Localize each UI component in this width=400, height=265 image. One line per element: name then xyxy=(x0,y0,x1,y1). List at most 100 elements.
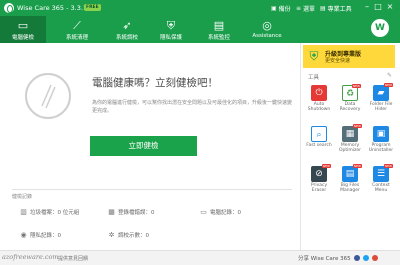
tab-system-cleaner[interactable]: ⟋ 系統清理 xyxy=(54,16,100,43)
options-menu-label: 選單 xyxy=(303,6,316,13)
gear-icon: ✲ xyxy=(108,230,115,239)
tool-label: Program Uninstaller xyxy=(368,143,394,153)
new-badge: NEW xyxy=(383,83,393,87)
pro-tools-menu[interactable]: ▤ 專業工具 xyxy=(320,4,352,13)
stat-tuneup-items: ✲ 調校示數：0 xyxy=(108,231,149,239)
stat-registry-errors: ▦ 登錄檔錯誤：0 xyxy=(108,207,155,216)
check-mark-icon xyxy=(41,84,56,109)
registry-icon: ▦ xyxy=(108,207,115,216)
health-gauge-icon xyxy=(25,73,71,119)
upgrade-pro-banner[interactable]: ⛨ 升級到專業版 更安全快速 xyxy=(303,45,395,68)
power-icon: ⏻ xyxy=(311,85,327,101)
options-menu[interactable]: ≡ 選單 xyxy=(296,4,315,13)
search-icon: ⌕ xyxy=(311,126,327,142)
tab-system-tuneup[interactable]: ➶ 系統調校 xyxy=(104,16,150,43)
tool-label: Folder File Hider xyxy=(369,102,393,112)
tool-big-files-manager[interactable]: ▤ NEW Big Files Manager xyxy=(336,164,364,200)
tool-label: Big Files Manager xyxy=(340,183,360,193)
tool-privacy-eraser[interactable]: ⊘ NEW Privacy Eraser xyxy=(305,164,333,200)
tab-privacy-protector[interactable]: ⛨ 隱私保護 xyxy=(148,16,194,43)
pro-tools-menu-label: 專業工具 xyxy=(327,6,352,13)
stat-junk-files: ▥ 垃圾檔案：0 位元組 xyxy=(20,208,79,216)
stat-label: 隱私記錄：0 xyxy=(30,233,61,239)
feedback-link[interactable]: 提供意見回饋 xyxy=(58,255,88,262)
memory-icon: ▦ NEW xyxy=(342,124,362,142)
scan-now-button[interactable]: 立即健檢 xyxy=(90,136,197,156)
chart-icon: ▤ xyxy=(213,19,225,32)
window-title: Wise Care 365 - 3.3.1 xyxy=(17,4,88,12)
bigfile-icon: ▤ NEW xyxy=(342,164,362,182)
panel-separator xyxy=(300,43,301,250)
section-divider xyxy=(12,189,292,190)
tab-label: 隱私保護 xyxy=(159,35,182,41)
eye-icon: ◉ xyxy=(20,230,27,239)
tab-label: Assistance xyxy=(252,33,282,39)
tab-label: 系統清理 xyxy=(65,35,88,41)
stat-label: 電腦記錄：0 xyxy=(210,210,241,216)
tool-label: Privacy Eraser xyxy=(310,183,328,193)
close-button[interactable]: × xyxy=(386,3,394,11)
tool-memory-optimizer[interactable]: ▦ NEW Memory Optimizer xyxy=(336,124,364,160)
tab-label: 電腦健檢 xyxy=(11,35,34,41)
compass-icon: ◎ xyxy=(262,19,272,32)
tools-settings-icon[interactable]: ✎ xyxy=(387,72,392,79)
folder-icon: ▰ NEW xyxy=(373,83,393,101)
checkup-panel: 電腦健康嗎？立刻健檢吧！ 為你的電腦進行健檢，可以幫你找出潛在安全問題以及可最佳… xyxy=(0,43,300,250)
tool-data-recovery[interactable]: ♻ NEW Data Recovery xyxy=(336,84,364,119)
free-badge: FREE xyxy=(84,4,101,11)
monitor-icon: ▭ xyxy=(17,19,29,32)
tool-label: Memory Optimizer xyxy=(338,143,362,153)
tool-context-menu[interactable]: ☰ NEW Context Menu xyxy=(367,164,395,200)
twitter-icon[interactable] xyxy=(362,255,369,261)
tool-folder-file-hider[interactable]: ▰ NEW Folder File Hider xyxy=(367,83,395,119)
menu-icon: ☰ NEW xyxy=(373,164,393,182)
shield-icon: ⛨ xyxy=(309,49,319,63)
minimize-button[interactable]: – xyxy=(363,3,371,11)
history-section-label: 健檢記錄 xyxy=(12,194,33,200)
new-badge: NEW xyxy=(352,164,362,168)
shield-icon: ⛨ xyxy=(166,19,176,32)
rocket-icon: ➶ xyxy=(122,19,132,32)
tab-pc-checkup[interactable]: ▭ 電腦健檢 xyxy=(0,16,46,43)
maximize-button[interactable]: □ xyxy=(374,3,382,11)
stat-label: 垃圾檔案：0 位元組 xyxy=(30,210,80,216)
new-badge: NEW xyxy=(351,84,361,88)
share-label: 分享 Wise Care 365 xyxy=(298,256,351,262)
share-bar: 分享 Wise Care 365 xyxy=(298,254,378,262)
main-toolbar: ▭ 電腦健檢 ⟋ 系統清理 ➶ 系統調校 ⛨ 隱私保護 ▤ 系統監控 ◎ Ass… xyxy=(0,16,400,43)
list-icon: ≡ xyxy=(296,5,302,12)
tab-label: 系統監控 xyxy=(207,35,230,41)
tool-label: Data Recovery xyxy=(339,102,361,112)
broom-icon: ⟋ xyxy=(73,19,81,32)
tool-fast-search[interactable]: ⌕ Fast search xyxy=(305,126,333,160)
stat-label: 登錄檔錯誤：0 xyxy=(118,210,155,216)
uninstall-icon: ▣ xyxy=(373,126,389,142)
user-avatar[interactable]: W xyxy=(371,19,389,37)
new-badge: NEW xyxy=(352,124,362,128)
google-plus-icon[interactable] xyxy=(371,255,378,261)
tools-title: 工具 xyxy=(308,75,320,81)
stat-pc-records: ▭ 電腦記錄：0 xyxy=(200,208,241,216)
tab-system-monitor[interactable]: ▤ 系統監控 xyxy=(196,16,242,43)
backup-menu-label: 備份 xyxy=(278,6,291,13)
tool-program-uninstaller[interactable]: ▣ Program Uninstaller xyxy=(367,126,395,160)
tool-label: Auto Shutdown xyxy=(307,102,331,112)
tool-auto-shutdown[interactable]: ⏻ Auto Shutdown xyxy=(305,85,333,119)
site-watermark: azofreeware.com xyxy=(2,253,59,261)
app-logo-icon xyxy=(4,3,14,13)
backup-icon: ▣ xyxy=(271,5,277,12)
trash-icon: ▥ xyxy=(20,207,27,216)
new-badge: NEW xyxy=(383,164,393,168)
tab-label: 系統調校 xyxy=(115,35,138,41)
new-badge: NEW xyxy=(321,164,331,168)
facebook-icon[interactable] xyxy=(353,255,360,261)
eraser-icon: ⊘ NEW xyxy=(311,164,331,182)
stat-label: 調校示數：0 xyxy=(118,233,149,239)
tab-assistance[interactable]: ◎ Assistance xyxy=(244,16,290,43)
backup-menu[interactable]: ▣ 備份 xyxy=(271,4,291,13)
promo-subtitle: 更安全快速 xyxy=(325,58,351,64)
recovery-icon: ♻ NEW xyxy=(342,84,361,101)
tool-label: Context Menu xyxy=(372,183,390,193)
checkup-headline: 電腦健康嗎？立刻健檢吧！ xyxy=(92,77,218,89)
tools-icon: ▤ xyxy=(320,5,326,12)
